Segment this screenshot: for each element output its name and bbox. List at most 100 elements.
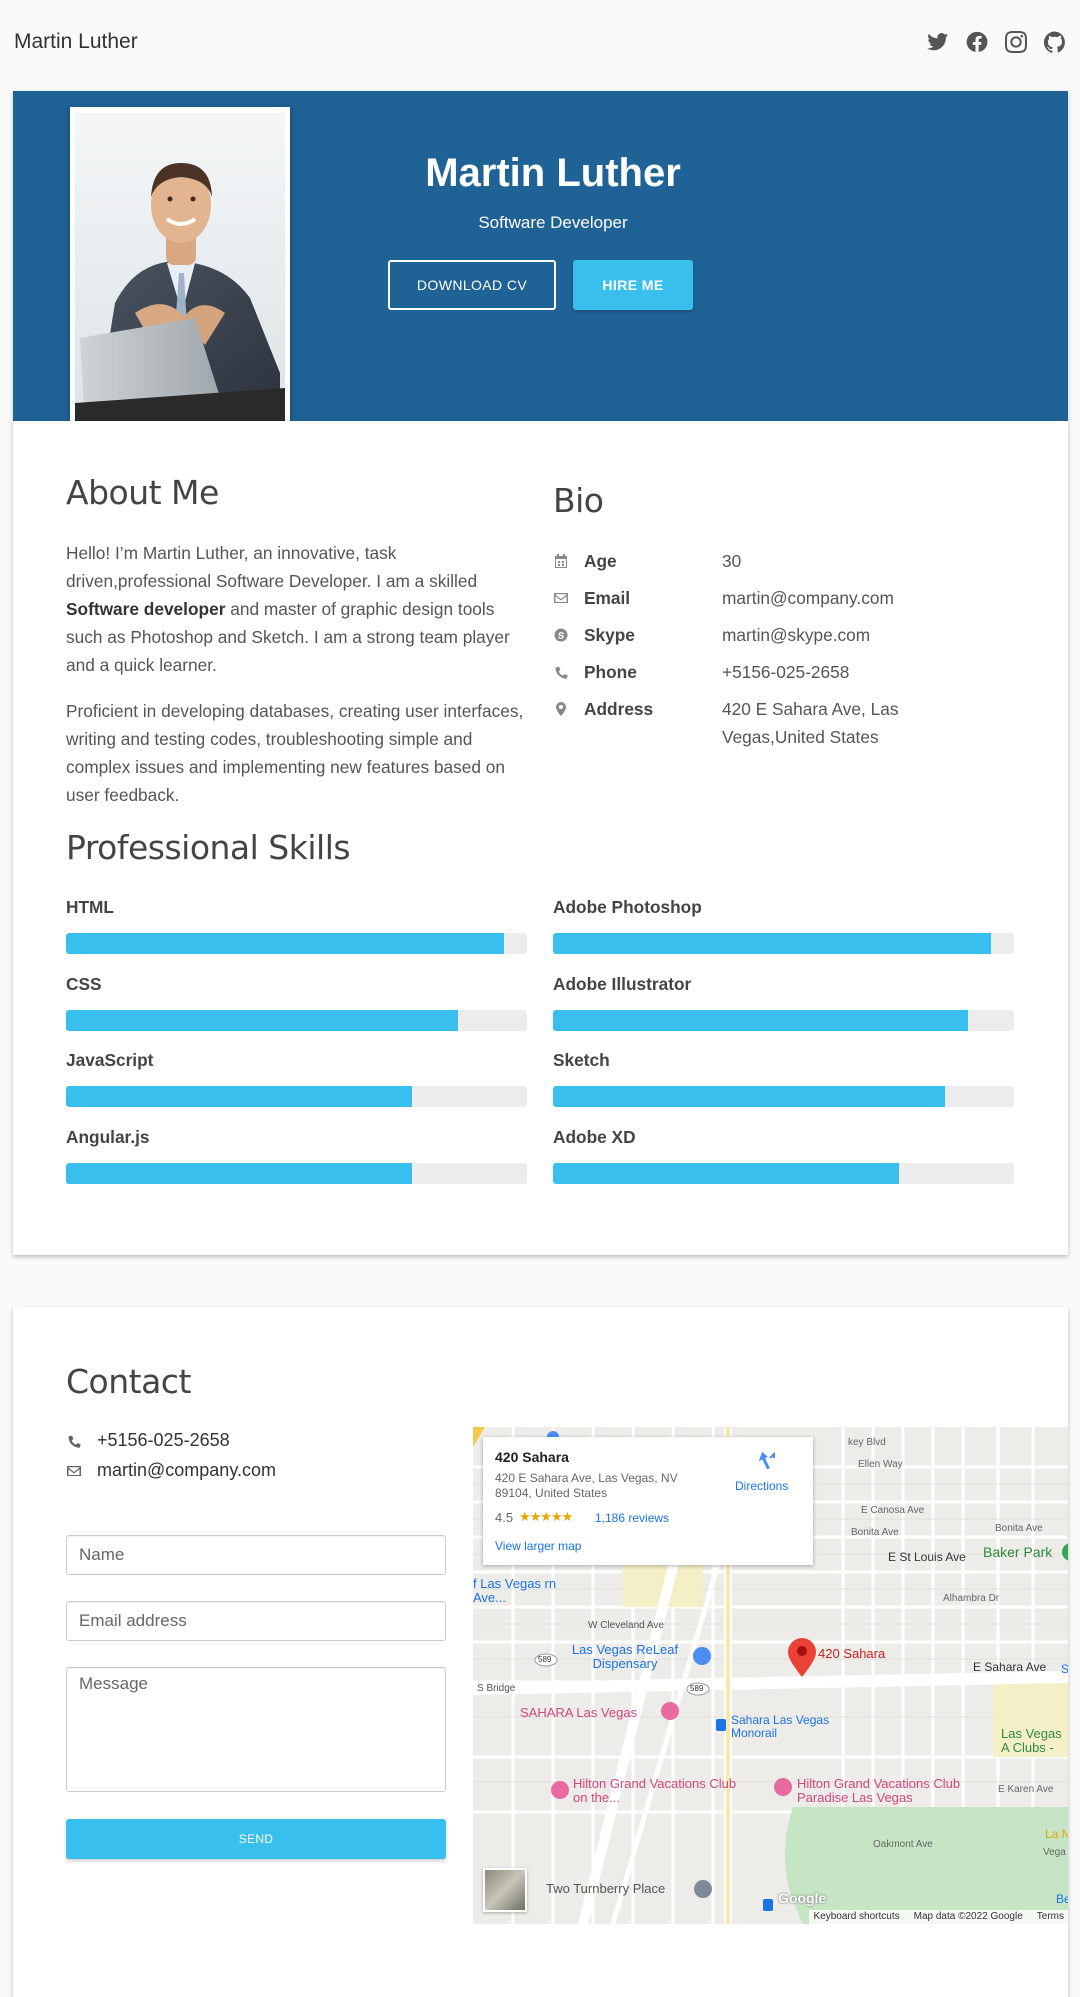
bio-value: 420 E Sahara Ave, Las Vegas,United State… bbox=[722, 699, 899, 747]
google-logo: Google bbox=[778, 1890, 827, 1906]
map-label: S Bridge bbox=[477, 1683, 516, 1694]
send-button[interactable]: SEND bbox=[66, 1819, 446, 1859]
bio-title: Bio bbox=[553, 481, 604, 520]
about-text-a: Hello! I’m Martin Luther, an innovative,… bbox=[66, 543, 478, 591]
skill-bar bbox=[553, 1010, 1014, 1031]
hero-name: Martin Luther bbox=[425, 151, 681, 195]
skill-bar bbox=[66, 1163, 527, 1184]
skill-bar-fill bbox=[66, 1086, 412, 1107]
social-links bbox=[927, 31, 1066, 53]
skill-bar bbox=[553, 1163, 1014, 1184]
map-label: Oakmont Ave bbox=[873, 1839, 933, 1850]
email-address-input[interactable] bbox=[66, 1601, 446, 1641]
road-shield-label: 589 bbox=[538, 1655, 552, 1664]
skill-bar bbox=[66, 1086, 527, 1107]
download-cv-button[interactable]: DOWNLOAD CV bbox=[388, 260, 556, 310]
skype-icon bbox=[553, 627, 569, 643]
name-input[interactable] bbox=[66, 1535, 446, 1575]
map-label[interactable]: Hilton Grand Vacations Club Paradise Las… bbox=[797, 1777, 977, 1805]
map-label: E Sahara Ave bbox=[973, 1660, 1047, 1674]
skill-bar-fill bbox=[66, 933, 504, 954]
skill-name: Adobe Illustrator bbox=[553, 974, 692, 994]
map-place-title: 420 Sahara bbox=[495, 1449, 569, 1465]
map-label: Las Vegas A Clubs - bbox=[1001, 1726, 1062, 1755]
profile-photo-frame bbox=[70, 107, 290, 427]
github-icon[interactable] bbox=[1044, 31, 1066, 53]
map-label: W Cleveland Ave bbox=[588, 1620, 664, 1631]
keyboard-shortcuts-link[interactable]: Keyboard shortcuts bbox=[813, 1911, 899, 1923]
map-label: Sm bbox=[1061, 1662, 1068, 1676]
terms-link[interactable]: Terms bbox=[1037, 1911, 1064, 1923]
calendar-icon bbox=[553, 553, 569, 569]
skill-name: HTML bbox=[66, 897, 114, 917]
map-label[interactable]: SAHARA Las Vegas bbox=[520, 1705, 637, 1720]
facebook-icon[interactable] bbox=[966, 31, 988, 53]
map-footer: Keyboard shortcuts Map data ©2022 Google… bbox=[809, 1910, 1068, 1924]
skill-javascript: JavaScript bbox=[66, 1050, 527, 1107]
bio-value: +5156-025-2658 bbox=[722, 662, 850, 682]
instagram-icon[interactable] bbox=[1005, 31, 1027, 53]
skill-name: CSS bbox=[66, 974, 102, 994]
bio-value: martin@company.com bbox=[722, 588, 894, 608]
skill-bar-fill bbox=[553, 1010, 968, 1031]
contact-email-text[interactable]: martin@company.com bbox=[97, 1460, 276, 1481]
contact-card: Contact +5156-025-2658 martin@company.co… bbox=[13, 1307, 1068, 1997]
map-pin-label[interactable]: 420 Sahara bbox=[818, 1646, 885, 1661]
twitter-icon[interactable] bbox=[927, 31, 949, 53]
map-rating: 4.5 bbox=[495, 1510, 514, 1525]
bio-value: 30 bbox=[722, 551, 742, 571]
bio-label: Address bbox=[584, 699, 654, 719]
skill-bar bbox=[553, 1086, 1014, 1107]
bio-label: Phone bbox=[584, 662, 637, 682]
map-label: E Karen Ave bbox=[998, 1784, 1054, 1795]
hire-me-button[interactable]: HIRE ME bbox=[573, 260, 693, 310]
skill-bar-fill bbox=[553, 1086, 945, 1107]
map-label: Alhambra Dr bbox=[943, 1593, 1000, 1604]
map-label: key Blvd bbox=[848, 1437, 886, 1448]
skill-bar bbox=[553, 933, 1014, 954]
map-label[interactable]: Sahara Las Vegas Monorail bbox=[731, 1714, 841, 1740]
map-label: E St Louis Ave bbox=[888, 1550, 966, 1564]
map-label: Bonita Ave bbox=[851, 1527, 899, 1538]
message-textarea[interactable] bbox=[66, 1667, 446, 1792]
satellite-toggle[interactable] bbox=[483, 1868, 527, 1912]
skill-illustrator: Adobe Illustrator bbox=[553, 974, 1014, 1031]
hero-role: Software Developer bbox=[478, 213, 628, 232]
map-label[interactable]: Two Turnberry Place bbox=[546, 1881, 665, 1896]
view-larger-map-link[interactable]: View larger map bbox=[495, 1539, 581, 1553]
skill-name: Sketch bbox=[553, 1050, 610, 1070]
envelope-icon bbox=[66, 1463, 82, 1479]
contact-title: Contact bbox=[66, 1362, 191, 1401]
skills-title: Professional Skills bbox=[66, 828, 351, 867]
profile-photo bbox=[75, 113, 285, 427]
google-map[interactable]: key Blvd Ellen Way E Canosa Ave Bonita A… bbox=[473, 1427, 1068, 1924]
star-rating-icon: ★★★★★ bbox=[519, 1509, 573, 1524]
map-label: Bea bbox=[1056, 1892, 1068, 1906]
skill-bar-fill bbox=[553, 1163, 899, 1184]
map-label[interactable]: Las Vegas ReLeaf Dispensary bbox=[565, 1643, 685, 1671]
skill-bar bbox=[66, 1010, 527, 1031]
skill-angularjs: Angular.js bbox=[66, 1127, 527, 1184]
top-navbar: Martin Luther bbox=[0, 0, 1080, 84]
map-label[interactable]: f Las Vegas rn Ave... bbox=[473, 1577, 563, 1605]
bio-label: Email bbox=[584, 588, 631, 608]
about-text-bold: Software developer bbox=[66, 599, 226, 619]
phone-icon bbox=[553, 664, 569, 680]
about-title: About Me bbox=[66, 473, 219, 512]
brand-name[interactable]: Martin Luther bbox=[14, 30, 138, 54]
skill-html: HTML bbox=[66, 897, 527, 954]
map-label: E Canosa Ave bbox=[861, 1505, 925, 1516]
skill-bar-fill bbox=[553, 933, 991, 954]
skill-bar-fill bbox=[66, 1163, 412, 1184]
contact-phone-text[interactable]: +5156-025-2658 bbox=[97, 1430, 230, 1451]
bio-value: martin@skype.com bbox=[722, 625, 871, 645]
map-label: Bonita Ave bbox=[995, 1523, 1043, 1534]
map-marker-icon bbox=[553, 701, 569, 717]
map-reviews-link[interactable]: 1,186 reviews bbox=[595, 1511, 669, 1525]
skill-sketch: Sketch bbox=[553, 1050, 1014, 1107]
directions-icon[interactable] bbox=[755, 1449, 777, 1471]
directions-link[interactable]: Directions bbox=[735, 1479, 788, 1493]
skill-bar-fill bbox=[66, 1010, 458, 1031]
skill-bar bbox=[66, 933, 527, 954]
map-label[interactable]: Hilton Grand Vacations Club on the... bbox=[573, 1777, 743, 1805]
